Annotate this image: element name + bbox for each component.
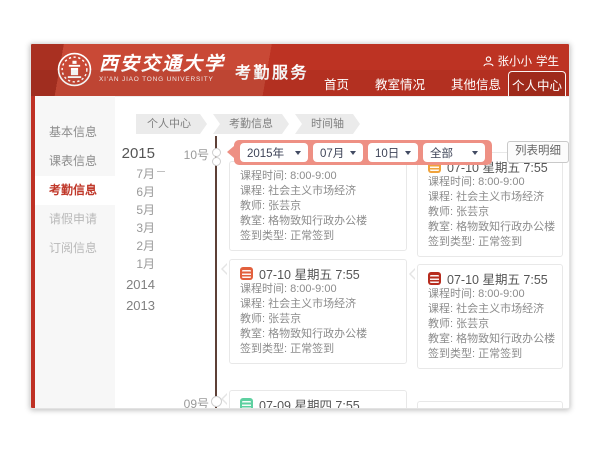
attendance-card-first-right: 07-10 星期五 7:55 课程时间: 8:00-9:00 课程: 社会主义市… bbox=[417, 152, 563, 257]
card-line: 签到类型: 正常签到 bbox=[240, 342, 396, 357]
user-name: 张小小 bbox=[498, 53, 533, 69]
card-line: 教师: 张芸京 bbox=[240, 312, 396, 327]
card-line: 教室: 格物致知行政办公楼 bbox=[428, 332, 552, 347]
sidebar-item-leave-request[interactable]: 请假申请 bbox=[35, 205, 115, 234]
type-select-value: 全部 bbox=[430, 145, 453, 161]
sidebar-item-basic-info[interactable]: 基本信息 bbox=[35, 118, 115, 147]
card-date: 07-10 星期五 7:55 bbox=[259, 264, 360, 283]
sidebar-item-subscription[interactable]: 订阅信息 bbox=[35, 234, 115, 263]
attendance-card-third-right bbox=[417, 401, 563, 408]
timeline-day-09: 09号 bbox=[169, 395, 209, 408]
timeline-line bbox=[215, 136, 217, 408]
breadcrumb: 个人中心 考勤信息 时间轴 bbox=[136, 114, 360, 134]
attendance-card-third-left: 07-09 星期四 7:55 bbox=[229, 390, 407, 408]
timeline-month-tick bbox=[157, 171, 165, 172]
card-line: 教室: 格物致知行政办公楼 bbox=[240, 214, 396, 229]
chevron-down-icon bbox=[350, 151, 356, 158]
timeline-year-2013[interactable]: 2013 bbox=[126, 298, 155, 313]
card-line: 课程: 社会主义市场经济 bbox=[240, 297, 396, 312]
user-role: 学生 bbox=[536, 53, 559, 69]
year-select[interactable]: 2015年 bbox=[240, 143, 308, 162]
timeline-month-3[interactable]: 3月 bbox=[136, 219, 155, 236]
timeline-year-2015[interactable]: 2015 bbox=[122, 145, 155, 162]
day-select[interactable]: 10日 bbox=[368, 143, 418, 162]
sidebar-item-attendance[interactable]: 考勤信息 bbox=[35, 176, 115, 205]
attendance-card-second-left: 07-10 星期五 7:55 课程时间: 8:00-9:00 课程: 社会主义市… bbox=[229, 259, 407, 364]
card-line: 签到类型: 正常签到 bbox=[428, 347, 552, 362]
user-menu[interactable]: 张小小 学生 bbox=[483, 53, 560, 69]
card-line: 教师: 张芸京 bbox=[428, 317, 552, 332]
card-line: 课程: 社会主义市场经济 bbox=[240, 184, 396, 199]
nav-item-other-info[interactable]: 其他信息 bbox=[451, 74, 501, 93]
user-icon bbox=[483, 56, 494, 67]
timeline-node bbox=[212, 148, 221, 157]
timeline-month-6[interactable]: 6月 bbox=[136, 183, 155, 200]
calendar-icon bbox=[428, 272, 441, 285]
timeline-month-2[interactable]: 2月 bbox=[136, 237, 155, 254]
university-name-cn: 西安交通大学 bbox=[99, 53, 225, 75]
breadcrumb-attendance[interactable]: 考勤信息 bbox=[213, 114, 289, 134]
attendance-card-first-left: 课程时间: 8:00-9:00 课程: 社会主义市场经济 教师: 张芸京 教室:… bbox=[229, 161, 407, 251]
card-line: 课程: 社会主义市场经济 bbox=[428, 190, 552, 205]
main-nav: 首页 教室情况 其他信息 bbox=[324, 70, 501, 96]
nav-tab-personal-center[interactable]: 个人中心 bbox=[508, 71, 566, 96]
card-line: 教室: 格物致知行政办公楼 bbox=[428, 220, 552, 235]
timeline-month-7[interactable]: 7月 bbox=[136, 165, 155, 182]
filter-bar-arrow bbox=[227, 146, 234, 158]
card-pointer bbox=[223, 263, 229, 275]
app-title: 考勤服务 bbox=[235, 59, 309, 83]
timeline-month-5[interactable]: 5月 bbox=[136, 201, 155, 218]
nav-item-classrooms[interactable]: 教室情况 bbox=[375, 74, 425, 93]
chevron-down-icon bbox=[295, 151, 301, 158]
day-select-value: 10日 bbox=[375, 145, 399, 161]
chevron-down-icon bbox=[405, 151, 411, 158]
card-line: 课程时间: 8:00-9:00 bbox=[240, 282, 396, 297]
month-select[interactable]: 07月 bbox=[313, 143, 363, 162]
main-content: 个人中心 考勤信息 时间轴 2015 7月 6月 5月 3月 2月 1月 201… bbox=[115, 96, 569, 408]
nav-item-home[interactable]: 首页 bbox=[324, 74, 349, 93]
header: 西安交通大学 XI'AN JIAO TONG UNIVERSITY 考勤服务 张… bbox=[31, 44, 569, 96]
list-detail-button[interactable]: 列表明细 bbox=[507, 141, 569, 163]
university-logo-icon bbox=[57, 52, 92, 87]
university-name: 西安交通大学 XI'AN JIAO TONG UNIVERSITY bbox=[99, 53, 225, 83]
card-line: 课程时间: 8:00-9:00 bbox=[240, 169, 396, 184]
calendar-icon bbox=[240, 267, 253, 280]
card-line: 教师: 张芸京 bbox=[428, 205, 552, 220]
timeline-scale: 2015 7月 6月 5月 3月 2月 1月 2014 2013 bbox=[115, 97, 155, 408]
sidebar-item-timetable[interactable]: 课表信息 bbox=[35, 147, 115, 176]
card-line: 课程时间: 8:00-9:00 bbox=[428, 287, 552, 302]
attendance-card-second-right: 07-10 星期五 7:55 课程时间: 8:00-9:00 课程: 社会主义市… bbox=[417, 264, 563, 369]
card-line: 签到类型: 正常签到 bbox=[240, 229, 396, 244]
timeline-year-2014[interactable]: 2014 bbox=[126, 277, 155, 292]
timeline-day-10: 10号 bbox=[169, 146, 209, 163]
timeline-month-1[interactable]: 1月 bbox=[136, 255, 155, 272]
card-line: 签到类型: 正常签到 bbox=[428, 235, 552, 250]
card-date: 07-09 星期四 7:55 bbox=[259, 395, 360, 408]
card-pointer bbox=[223, 393, 229, 405]
filter-bar: 2015年 07月 10日 全部 bbox=[234, 140, 492, 165]
card-pointer bbox=[411, 268, 417, 280]
timeline-node bbox=[212, 157, 221, 166]
card-line: 课程: 社会主义市场经济 bbox=[428, 302, 552, 317]
app-window: 西安交通大学 XI'AN JIAO TONG UNIVERSITY 考勤服务 张… bbox=[30, 43, 570, 409]
card-date: 07-10 星期五 7:55 bbox=[447, 269, 548, 288]
breadcrumb-timeline[interactable]: 时间轴 bbox=[295, 114, 360, 134]
card-line: 课程时间: 8:00-9:00 bbox=[428, 175, 552, 190]
calendar-icon bbox=[240, 398, 253, 408]
type-select[interactable]: 全部 bbox=[423, 143, 485, 162]
sidebar: 基本信息 课表信息 考勤信息 请假申请 订阅信息 bbox=[35, 96, 115, 408]
card-line: 教师: 张芸京 bbox=[240, 199, 396, 214]
card-line: 教室: 格物致知行政办公楼 bbox=[240, 327, 396, 342]
year-select-value: 2015年 bbox=[247, 145, 284, 161]
timeline-node bbox=[211, 396, 222, 407]
university-name-en: XI'AN JIAO TONG UNIVERSITY bbox=[99, 76, 225, 83]
chevron-down-icon bbox=[472, 151, 478, 158]
month-select-value: 07月 bbox=[320, 145, 344, 161]
